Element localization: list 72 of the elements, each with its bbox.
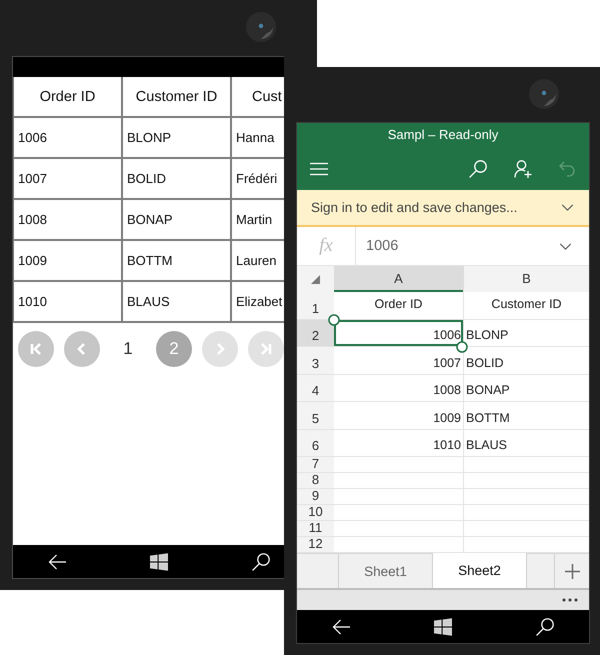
formula-field[interactable]: 1006 <box>356 238 559 254</box>
table-cell: 1009 <box>14 241 123 282</box>
sheet-cell[interactable]: 1006 <box>334 320 463 347</box>
row-header[interactable]: 1 <box>297 292 334 320</box>
back-arrow-icon[interactable] <box>48 552 66 570</box>
first-page-button[interactable] <box>18 331 54 367</box>
sheet-tab[interactable]: Sheet2 <box>433 553 527 588</box>
table-cell: BLAUS <box>123 282 232 323</box>
column-header[interactable]: Order ID <box>14 77 123 118</box>
column-header[interactable]: A <box>334 266 463 292</box>
row-header[interactable]: 7 <box>297 457 334 473</box>
banner-message: Sign in to edit and save changes... <box>311 200 518 215</box>
chevron-down-icon[interactable] <box>559 242 572 250</box>
row-header[interactable]: 6 <box>297 430 334 457</box>
menu-button[interactable] <box>310 162 328 176</box>
previous-page-button[interactable] <box>64 331 100 367</box>
search-icon[interactable] <box>252 552 270 570</box>
empty-cell[interactable] <box>463 521 589 537</box>
sheet-cell[interactable]: BLAUS <box>463 430 589 457</box>
bar-chevron-left-icon <box>29 342 43 356</box>
table-cell: BLONP <box>123 118 232 159</box>
chevron-bar-right-icon <box>259 342 273 356</box>
column-header[interactable]: Customer ID <box>123 77 232 118</box>
row-header[interactable]: 9 <box>297 489 334 505</box>
row-header[interactable]: 11 <box>297 521 334 537</box>
row-header[interactable]: 5 <box>297 402 334 430</box>
table-cell: 1006 <box>14 118 123 159</box>
sheet-cell[interactable]: BOLID <box>463 347 589 374</box>
sheet-cell[interactable]: 1007 <box>334 347 463 374</box>
row-header[interactable]: 4 <box>297 374 334 402</box>
sheet-cell[interactable]: Customer ID <box>463 292 589 320</box>
sheet-cell[interactable]: 1010 <box>334 430 463 457</box>
row-header[interactable]: 12 <box>297 537 334 553</box>
search-icon <box>469 160 487 178</box>
search-button[interactable] <box>469 160 487 178</box>
empty-cell[interactable] <box>463 473 589 489</box>
camera-lens-icon <box>245 11 277 43</box>
menu-icon <box>310 162 328 176</box>
window-title: Sampl – Read-only <box>386 126 500 144</box>
column-header[interactable]: B <box>463 266 589 292</box>
table-cell: BONAP <box>123 200 232 241</box>
tiles-icon[interactable] <box>150 552 168 570</box>
empty-cell[interactable] <box>463 489 589 505</box>
row-header[interactable]: 10 <box>297 505 334 521</box>
page-button[interactable]: 1 <box>110 331 146 367</box>
row-header[interactable]: 8 <box>297 473 334 489</box>
table-cell: BOLID <box>123 159 232 200</box>
table-cell: 1008 <box>14 200 123 241</box>
back-arrow-icon[interactable] <box>332 618 350 636</box>
sheet-cell[interactable]: 1009 <box>334 402 463 430</box>
camera-lens-icon <box>528 78 560 110</box>
empty-cell[interactable] <box>463 505 589 521</box>
plus-icon <box>564 564 580 578</box>
selection-handle[interactable] <box>456 341 468 353</box>
add-person-button[interactable] <box>514 160 532 178</box>
chevron-down-icon[interactable] <box>561 204 574 211</box>
row-header[interactable]: 3 <box>297 347 334 374</box>
search-icon[interactable] <box>536 618 554 636</box>
selection-handle[interactable] <box>328 314 340 326</box>
sheet-cell[interactable]: BOTTM <box>463 402 589 430</box>
empty-cell[interactable] <box>463 457 589 473</box>
row-header[interactable]: 2 <box>297 320 334 347</box>
sheet-cell[interactable]: BONAP <box>463 374 589 402</box>
table-cell: 1010 <box>14 282 123 323</box>
undo-icon <box>559 160 575 176</box>
more-icon[interactable] <box>562 598 578 602</box>
triangle-icon[interactable] <box>311 274 320 284</box>
tiles-icon[interactable] <box>434 618 452 636</box>
table-cell: BOTTM <box>123 241 232 282</box>
sheet-cell[interactable]: 1008 <box>334 374 463 402</box>
add-person-icon <box>514 160 532 178</box>
table-cell: 1007 <box>14 159 123 200</box>
